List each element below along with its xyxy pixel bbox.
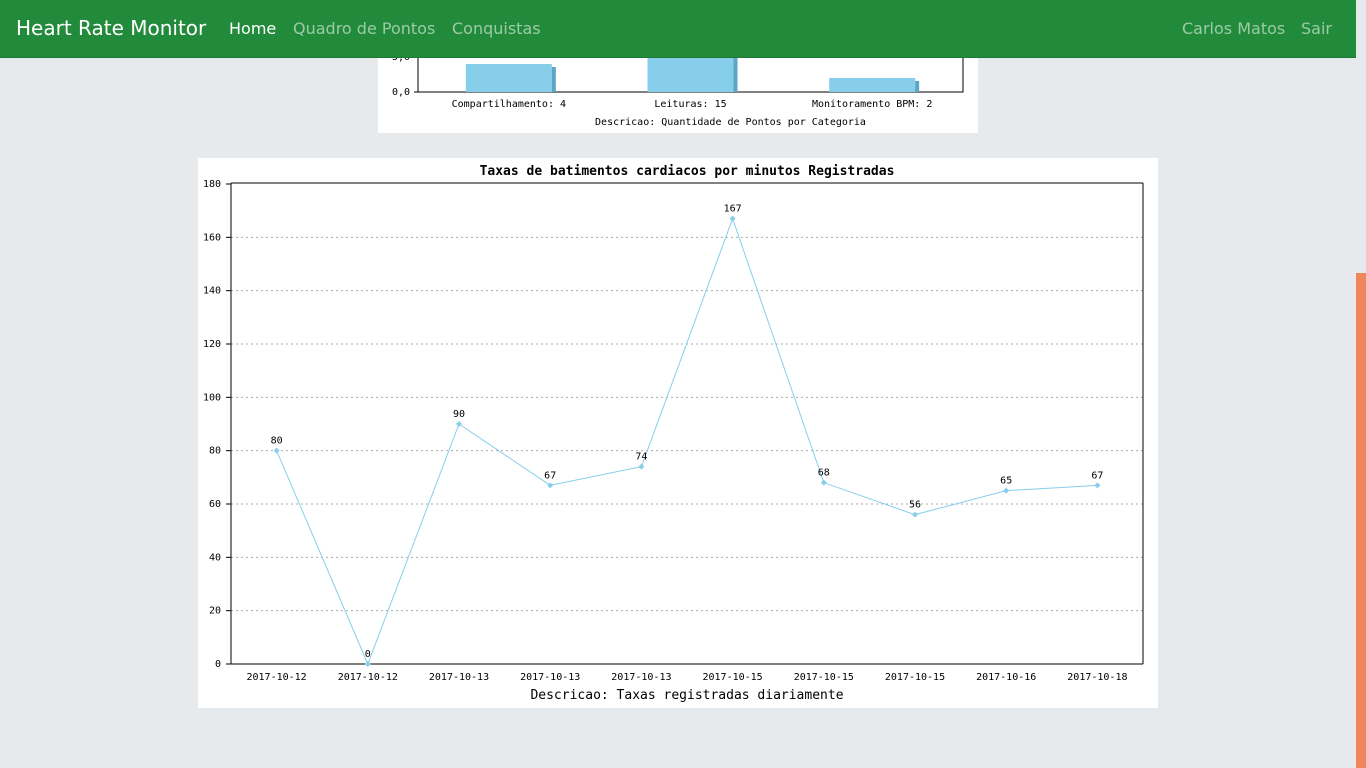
- x-tick-label: 2017-10-13: [520, 672, 580, 683]
- x-tick-label: 2017-10-13: [611, 672, 671, 683]
- x-tick-label: 2017-10-12: [338, 672, 398, 683]
- navbar: Heart Rate Monitor Home Quadro de Pontos…: [0, 0, 1356, 58]
- x-tick-label: 2017-10-12: [246, 672, 306, 683]
- data-label: 68: [818, 468, 830, 479]
- y-tick-label: 0,0: [392, 87, 410, 98]
- x-tick-label: 2017-10-15: [702, 672, 762, 683]
- x-tick-label: 2017-10-18: [1067, 672, 1127, 683]
- y-tick-label: 120: [203, 339, 221, 350]
- nav-conquistas[interactable]: Conquistas: [452, 19, 541, 38]
- category-label: Monitoramento BPM: 2: [812, 99, 932, 110]
- data-point: [1003, 487, 1010, 494]
- nav-user[interactable]: Carlos Matos: [1182, 19, 1285, 38]
- category-label: Compartilhamento: 4: [452, 99, 566, 110]
- y-tick-label: 0: [215, 659, 221, 670]
- data-label: 67: [544, 470, 556, 481]
- nav-quadro-de-pontos[interactable]: Quadro de Pontos: [293, 19, 435, 38]
- bar: [465, 64, 552, 92]
- data-label: 90: [453, 409, 465, 420]
- y-tick-label: 40: [209, 552, 221, 563]
- x-tick-label: 2017-10-13: [429, 672, 489, 683]
- y-tick-label: 80: [209, 446, 221, 457]
- category-label: Leituras: 15: [654, 99, 726, 110]
- data-label: 65: [1000, 476, 1012, 487]
- heart-rate-chart-panel: Taxas de batimentos cardiacos por minuto…: [198, 158, 1158, 708]
- x-tick-label: 2017-10-16: [976, 672, 1036, 683]
- y-tick-label: 20: [209, 606, 221, 617]
- data-label: 74: [635, 452, 647, 463]
- nav-home[interactable]: Home: [229, 19, 276, 38]
- heart-rate-line-chart: Taxas de batimentos cardiacos por minuto…: [203, 164, 1144, 703]
- nav-logout[interactable]: Sair: [1301, 19, 1332, 38]
- data-label: 0: [365, 649, 371, 660]
- data-point: [638, 463, 645, 470]
- data-point: [729, 215, 736, 222]
- y-tick-label: 140: [203, 286, 221, 297]
- data-point: [547, 482, 554, 489]
- y-tick-label: 160: [203, 232, 221, 243]
- bar-shadow: [915, 81, 920, 92]
- y-tick-label: 180: [203, 179, 221, 190]
- brand-link[interactable]: Heart Rate Monitor: [16, 16, 206, 40]
- x-tick-label: 2017-10-15: [885, 672, 945, 683]
- chart-title: Taxas de batimentos cardiacos por minuto…: [480, 164, 895, 179]
- data-label: 80: [271, 436, 283, 447]
- data-point: [1094, 482, 1101, 489]
- data-label: 67: [1091, 470, 1103, 481]
- bar: [829, 78, 916, 92]
- x-axis-description: Descricao: Taxas registradas diariamente: [530, 688, 843, 703]
- data-label: 56: [909, 500, 921, 511]
- data-point: [456, 421, 462, 427]
- data-label: 167: [724, 204, 742, 215]
- x-tick-label: 2017-10-15: [794, 672, 854, 683]
- x-axis-description: Descricao: Quantidade de Pontos por Cate…: [595, 117, 866, 128]
- scrollbar[interactable]: [1356, 0, 1366, 768]
- scrollbar-thumb[interactable]: [1356, 273, 1366, 768]
- data-point: [364, 661, 371, 667]
- data-point: [273, 447, 280, 454]
- y-tick-label: 100: [203, 392, 221, 403]
- data-point: [912, 511, 918, 518]
- bar-shadow: [551, 67, 556, 92]
- series-line: [276, 217, 1098, 666]
- y-tick-label: 60: [209, 499, 221, 510]
- data-point: [820, 479, 827, 486]
